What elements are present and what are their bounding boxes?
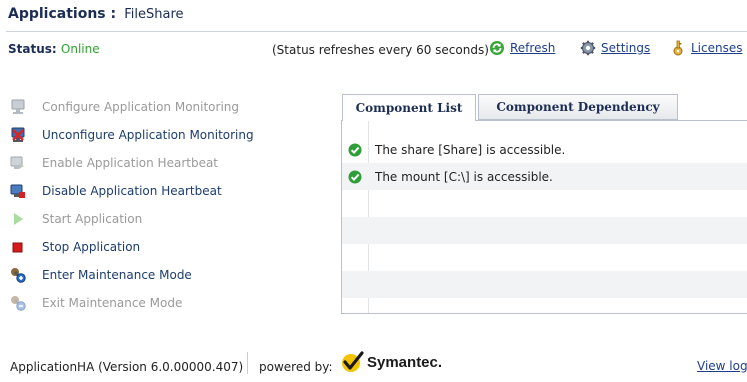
action-enter-maintenance[interactable]: Enter Maintenance Mode [10,265,192,285]
heartbeat-disable-icon [10,183,26,199]
empty-row [342,217,747,244]
app-name: FileShare [124,7,184,22]
header-divider [6,31,747,32]
action-unconfigure-monitoring[interactable]: Unconfigure Application Monitoring [10,125,254,145]
component-text: The mount [C:\] is accessible. [375,169,553,184]
component-list-panel: The share [Share] is accessible. The mou… [341,120,747,314]
list-item: The mount [C:\] is accessible. [342,163,747,190]
unconfigure-icon [10,127,26,143]
component-text: The share [Share] is accessible. [375,142,566,157]
empty-row [342,298,747,313]
title-label: Applications : [8,6,117,22]
maintenance-enter-icon [10,267,26,283]
action-label: Configure Application Monitoring [42,100,240,114]
empty-row [342,190,747,217]
action-stop-application[interactable]: Stop Application [10,237,140,257]
symantec-logo: Symantec. [340,351,442,373]
empty-row [342,271,747,298]
action-label[interactable]: Unconfigure Application Monitoring [42,128,254,142]
refresh-note: (Status refreshes every 60 seconds) [272,43,489,57]
footer-divider [247,352,248,374]
status-indicator: Status: Online [8,42,100,56]
action-disable-heartbeat[interactable]: Disable Application Heartbeat [10,181,222,201]
tab-component-list[interactable]: Component List [342,94,476,121]
stop-icon [10,239,26,255]
action-label: Enable Application Heartbeat [42,156,219,170]
action-label[interactable]: Stop Application [42,240,140,254]
gear-icon [580,40,596,56]
action-label: Start Application [42,212,143,226]
status-value: Online [60,42,100,56]
action-label: Exit Maintenance Mode [42,296,183,310]
empty-row [342,244,747,271]
action-enable-heartbeat: Enable Application Heartbeat [10,153,218,173]
heartbeat-enable-icon [10,155,26,171]
key-icon [673,40,683,56]
licenses-button[interactable]: Licenses [670,40,743,56]
action-label[interactable]: Enter Maintenance Mode [42,268,192,282]
settings-link[interactable]: Settings [601,41,650,55]
refresh-icon [490,41,504,55]
powered-by-label: powered by: [259,360,333,374]
play-icon [10,211,26,227]
symantec-check-icon [342,351,364,372]
action-exit-maintenance: Exit Maintenance Mode [10,293,182,313]
licenses-link[interactable]: Licenses [691,41,743,55]
brand-name: Symantec. [367,353,443,371]
action-start-application: Start Application [10,209,142,229]
version-info: ApplicationHA (Version 6.0.00000.407) [10,360,244,374]
check-icon [348,143,362,156]
view-log-link[interactable]: View log [697,359,747,373]
page-title: Applications : FileShare [8,6,184,22]
list-item: The share [Share] is accessible. [342,136,747,163]
refresh-link[interactable]: Refresh [510,41,555,55]
tab-component-dependency[interactable]: Component Dependency [478,94,678,120]
check-icon [348,170,362,183]
status-label: Status: [8,42,57,56]
action-label[interactable]: Disable Application Heartbeat [42,184,222,198]
maintenance-exit-icon [10,295,26,311]
action-configure-monitoring: Configure Application Monitoring [10,97,239,117]
refresh-button[interactable]: Refresh [489,40,555,56]
settings-button[interactable]: Settings [580,40,650,56]
configure-icon [10,99,26,115]
